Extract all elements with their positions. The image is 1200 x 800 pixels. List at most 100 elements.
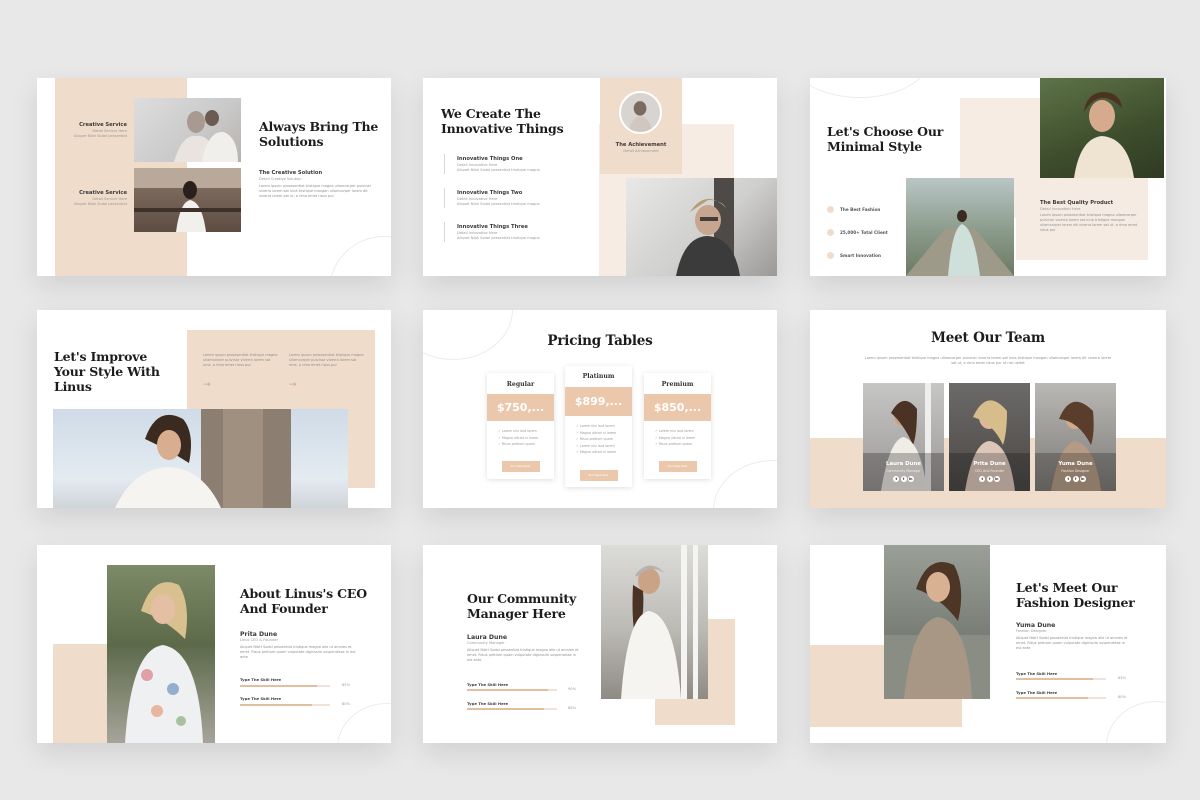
slide-minimal-style[interactable]: Let's Choose Our Minimal Style The Best …	[810, 78, 1166, 276]
skill-bar-fill	[467, 689, 548, 691]
innovative-item: Innovative Things Three Detail Innovativ…	[457, 224, 577, 241]
slide-innovative-things[interactable]: The Achievement Detail Achievement We Cr…	[423, 78, 777, 276]
slide-improve-style[interactable]: Let's Improve Your Style With Linus Lore…	[37, 310, 391, 508]
team-intro: Lorem ipsum prosesentiat tristique magna…	[864, 356, 1112, 365]
profile-role: Fashion Designer	[1016, 629, 1047, 633]
skill-bar-fill	[1016, 678, 1093, 680]
feature-item: Magna ultrad ni lorem	[498, 435, 538, 442]
plan-name: Premium	[661, 381, 694, 388]
member-name: Yuma Dune	[1058, 461, 1093, 467]
slide-title: Meet Our Team	[931, 330, 1045, 346]
plan-price: $750,...	[487, 394, 554, 421]
achievement-heading: The Achievement	[615, 142, 667, 148]
solution-body: Lorem ipsum prosesentiat tristique magna…	[259, 184, 372, 198]
decorative-curve	[810, 78, 930, 98]
photo-figure	[125, 582, 203, 743]
photo-ceo	[107, 565, 215, 743]
slide-community-manager[interactable]: Our Community Manager Here Laura Dune Co…	[423, 545, 777, 743]
twitter-icon[interactable]: t	[893, 476, 900, 482]
profile-block: Prita Dune Linus CEO & Founder Aliquet N…	[240, 631, 360, 660]
twitter-icon[interactable]: t	[979, 476, 986, 482]
product-sub: Detail Innovation Here	[1040, 207, 1081, 211]
twitter-icon[interactable]: t	[1065, 476, 1072, 482]
purchase-button[interactable]: Purchase Now	[658, 461, 697, 472]
photo-fashion-designer	[884, 545, 990, 699]
photo-figure	[949, 400, 1030, 491]
member-role: CEO And Founder	[975, 469, 1004, 473]
linkedin-icon[interactable]: in	[993, 476, 1000, 482]
plan-features: Lorem nisi iaut lorem Magna ultrad ni lo…	[498, 428, 538, 448]
skill-percent: 85%	[1118, 676, 1126, 680]
skill-bar	[467, 708, 557, 710]
purchase-button[interactable]: Purchase Now	[501, 461, 540, 472]
skill-bar	[1016, 697, 1106, 699]
slide-fashion-designer[interactable]: Let's Meet Our Fashion Designer Yuma Dun…	[810, 545, 1166, 743]
solution-block: The Creative Solution Detail Creative So…	[259, 170, 379, 199]
solution-heading: The Creative Solution	[259, 170, 323, 176]
linkedin-icon[interactable]: in	[1079, 476, 1086, 482]
photo-figure	[115, 409, 291, 508]
facebook-icon[interactable]: f	[986, 476, 993, 482]
solution-sub: Detail Creative Solution	[259, 177, 302, 181]
slide-always-bring-solutions[interactable]: Creative Service Detail Service Here Ali…	[37, 78, 391, 276]
slide-title: We Create The Innovative Things	[441, 106, 564, 136]
purchase-button[interactable]: Purchase Now	[579, 470, 618, 481]
decorative-curve	[337, 703, 391, 743]
feature-item: Risus pretium quam	[498, 441, 538, 448]
skill-bar	[467, 689, 557, 691]
skill-percent: 80%	[1118, 695, 1126, 699]
profile-body: Aliquet NibH Sodal pessentiat tristique …	[240, 645, 356, 659]
slide-title: Our Community Manager Here	[467, 591, 577, 621]
slide-title: Let's Meet Our Fashion Designer	[1016, 580, 1135, 610]
bullet-label: The Best Fashion	[840, 207, 881, 212]
facebook-icon[interactable]: f	[1072, 476, 1079, 482]
slide-about-ceo[interactable]: About Linus's CEO And Founder Prita Dune…	[37, 545, 391, 743]
team-card[interactable]: Prita Dune CEO And Founder t f in	[949, 383, 1030, 491]
divider	[444, 154, 445, 174]
arrow-right-icon[interactable]: →	[203, 380, 211, 390]
skill-label: Type The Skill Here	[467, 682, 509, 687]
profile-block: Yuma Dune Fashion Designer Aliquet NibH …	[1016, 622, 1131, 651]
slide-pricing-tables[interactable]: Pricing Tables Regular $750,... Lorem ni…	[423, 310, 777, 508]
profile-name: Laura Dune	[467, 634, 508, 641]
product-body: Lorem ipsum prosesentiat tristique magna…	[1040, 213, 1138, 232]
skill-bar-fill	[467, 708, 544, 710]
feature-item: Magna ultrad ni lorem	[576, 449, 616, 456]
photo-figure	[174, 110, 238, 162]
pricing-card-platinum[interactable]: Platinum $899,... Lorem nisi iaut lorem …	[565, 366, 632, 487]
plan-features: Lorem nisi iaut lorem Magna ultrad ni lo…	[655, 428, 695, 448]
team-card[interactable]: Yuma Dune Fashion Designer t f in	[1035, 383, 1116, 491]
service-text: Aliquet Nibh Sodal pessentiat	[73, 202, 127, 206]
skill-percent: 90%	[568, 687, 576, 691]
feature-item: Risus pretium quam	[655, 441, 695, 448]
item-text: Aliquet Nibh Sodal pessentiat tristique …	[457, 202, 540, 206]
plan-features: Lorem nisi iaut lorem Magna ultrad ni lo…	[576, 423, 616, 456]
photo-figure	[863, 383, 944, 491]
pricing-card-regular[interactable]: Regular $750,... Lorem nisi iaut lorem M…	[487, 373, 554, 479]
innovative-item: Innovative Things One Detail Innovative …	[457, 156, 577, 173]
skill-percent: 85%	[342, 683, 350, 687]
slide-meet-our-team[interactable]: Meet Our Team Lorem ipsum prosesentiat t…	[810, 310, 1166, 508]
profile-role: Linus CEO & Founder	[240, 638, 278, 642]
facebook-icon[interactable]: f	[900, 476, 907, 482]
photo-figure	[134, 168, 241, 232]
plan-name: Platinum	[582, 373, 615, 380]
feature-item: Lorem nisi iaut lorem	[498, 428, 538, 435]
photo-woman-path	[906, 178, 1014, 276]
team-card[interactable]: Laura Dune Community Manager t f in	[863, 383, 944, 491]
slide-title: Always Bring The Solutions	[259, 119, 379, 149]
member-role: Community Manager	[886, 469, 921, 473]
member-name: Prita Dune	[973, 461, 1006, 467]
pricing-card-premium[interactable]: Premium $850,... Lorem nisi iaut lorem M…	[644, 373, 711, 479]
linkedin-icon[interactable]: in	[907, 476, 914, 482]
service-2: Creative Service Detail Service Here Ali…	[61, 190, 127, 207]
achievement-block: The Achievement Detail Achievement	[600, 142, 682, 154]
skill-label: Type The Skill Here	[1016, 671, 1058, 676]
arrow-right-icon[interactable]: →	[289, 380, 297, 390]
photo-figure	[906, 210, 1014, 276]
photo-figure	[1035, 401, 1116, 491]
feature-item: Lorem nisi iaut lorem	[576, 443, 616, 450]
profile-name: Yuma Dune	[1016, 622, 1056, 629]
bullet-dot	[827, 229, 834, 236]
bullet-dot	[827, 206, 834, 213]
